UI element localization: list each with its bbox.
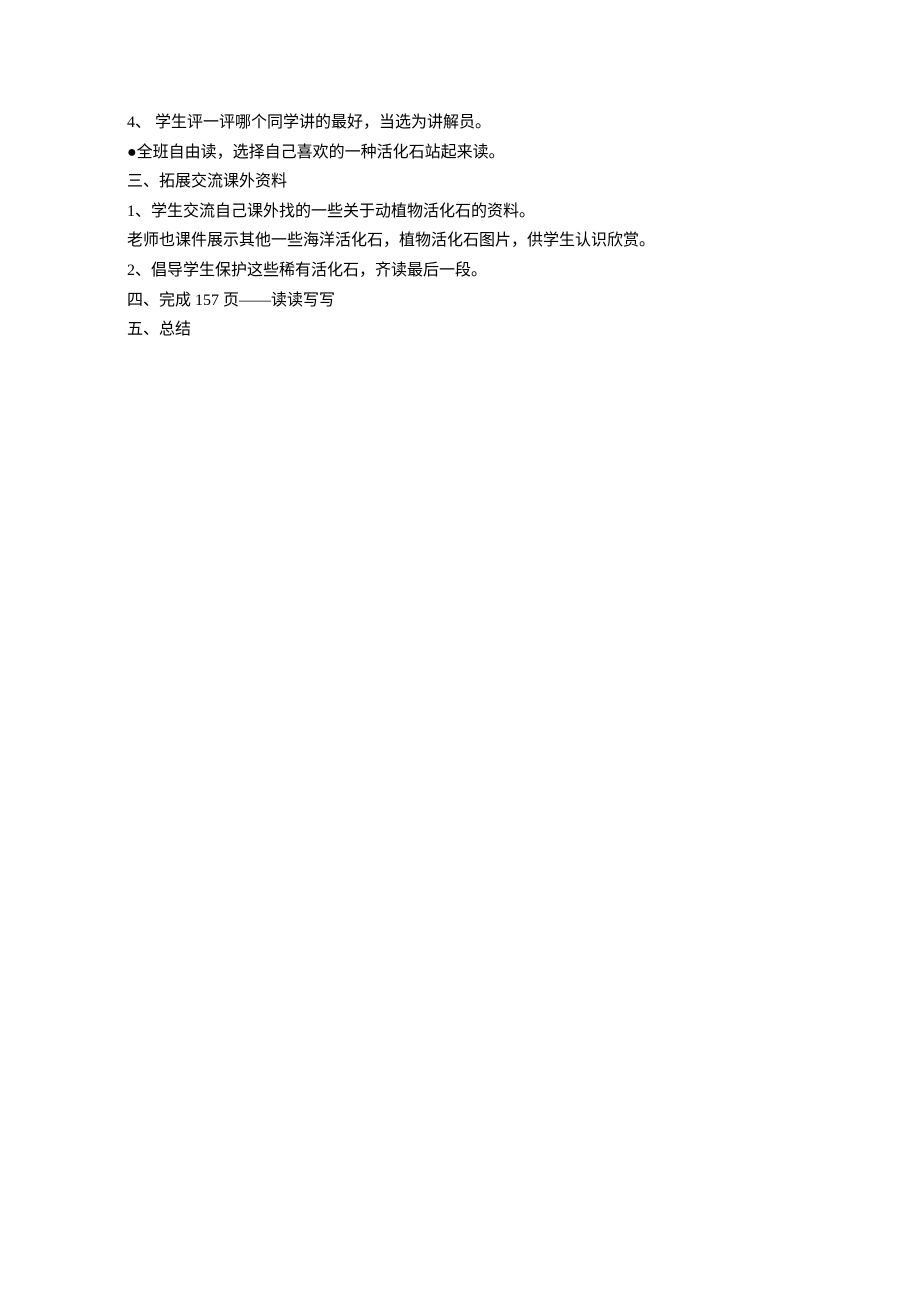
text-line-2: ●全班自由读，选择自己喜欢的一种活化石站起来读。 bbox=[127, 138, 810, 168]
text-line-7: 四、完成 157 页——读读写写 bbox=[127, 286, 810, 316]
document-content: 4、 学生评一评哪个同学讲的最好，当选为讲解员。 ●全班自由读，选择自己喜欢的一… bbox=[127, 108, 810, 345]
text-line-6: 2、倡导学生保护这些稀有活化石，齐读最后一段。 bbox=[127, 256, 810, 286]
text-line-8: 五、总结 bbox=[127, 315, 810, 345]
text-line-5: 老师也课件展示其他一些海洋活化石，植物活化石图片，供学生认识欣赏。 bbox=[127, 226, 810, 256]
text-line-1: 4、 学生评一评哪个同学讲的最好，当选为讲解员。 bbox=[127, 108, 810, 138]
text-line-4: 1、学生交流自己课外找的一些关于动植物活化石的资料。 bbox=[127, 197, 810, 227]
text-line-3: 三、拓展交流课外资料 bbox=[127, 167, 810, 197]
